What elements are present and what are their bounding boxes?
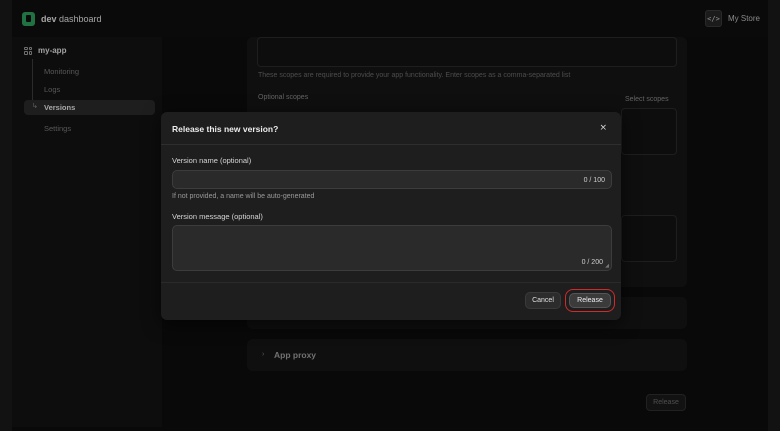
dialog-header: Release this new version? × <box>161 112 621 145</box>
version-name-input[interactable]: 0 / 100 <box>172 170 612 189</box>
cancel-button[interactable]: Cancel <box>525 292 561 309</box>
version-message-label: Version message (optional) <box>172 212 263 221</box>
app-frame: dev dashboard </> My Store my-app Monito… <box>0 0 780 431</box>
dialog-title: Release this new version? <box>172 124 279 134</box>
resize-handle-icon[interactable]: ◢ <box>605 263 609 269</box>
close-icon[interactable]: × <box>599 123 607 133</box>
version-name-counter: 0 / 100 <box>583 177 605 184</box>
version-name-label: Version name (optional) <box>172 156 252 165</box>
version-name-help: If not provided, a name will be auto-gen… <box>172 193 315 200</box>
version-message-textarea[interactable]: 0 / 200 ◢ <box>172 225 612 271</box>
release-button[interactable]: Release <box>569 293 611 308</box>
release-dialog: Release this new version? × Version name… <box>161 112 621 320</box>
version-message-counter: 0 / 200 <box>581 259 603 266</box>
dialog-footer-divider <box>161 282 621 283</box>
